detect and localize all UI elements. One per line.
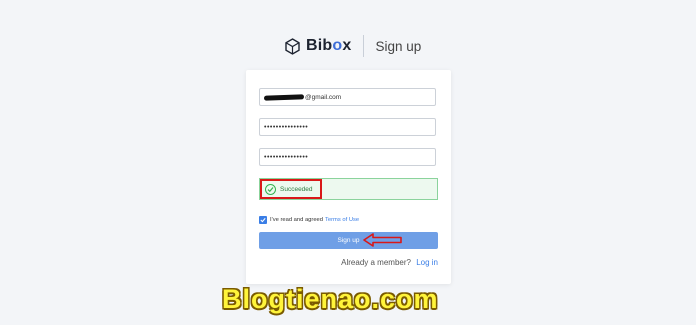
signup-card: @gmail.com ••••••••••••••• •••••••••••••… xyxy=(246,70,451,284)
page-title: Sign up xyxy=(375,38,422,54)
redacted-email-scribble xyxy=(263,93,305,101)
signup-button[interactable]: Sign up xyxy=(259,232,438,249)
member-login-row: Already a member? Log in xyxy=(341,258,438,267)
header-divider xyxy=(363,35,365,57)
captcha-verification[interactable]: Succeeded xyxy=(259,178,438,200)
agree-checkbox[interactable] xyxy=(259,216,267,224)
password-field[interactable]: ••••••••••••••• xyxy=(259,118,436,136)
bibox-logo-icon xyxy=(284,37,301,55)
email-value: @gmail.com xyxy=(305,93,342,101)
email-field[interactable]: @gmail.com xyxy=(259,88,436,106)
captcha-status: Succeeded xyxy=(280,185,313,193)
watermark: Blogtienao.com xyxy=(222,284,439,314)
terms-agreement: I've read and agreed Terms of Use xyxy=(259,216,359,224)
password-value: ••••••••••••••• xyxy=(264,123,309,131)
agree-text: I've read and agreed xyxy=(270,217,323,223)
bibox-logo-text: Bibox xyxy=(306,37,352,54)
check-circle-icon xyxy=(265,183,276,195)
red-arrow-annotation xyxy=(363,233,402,247)
captcha-highlight-box: Succeeded xyxy=(260,179,322,199)
confirm-password-field[interactable]: ••••••••••••••• xyxy=(259,148,436,166)
header: Bibox Sign up xyxy=(284,34,421,58)
member-prompt: Already a member? xyxy=(341,258,411,267)
login-link[interactable]: Log in xyxy=(416,258,438,267)
confirm-password-value: ••••••••••••••• xyxy=(264,153,309,161)
terms-of-use-link[interactable]: Terms of Use xyxy=(325,217,359,223)
